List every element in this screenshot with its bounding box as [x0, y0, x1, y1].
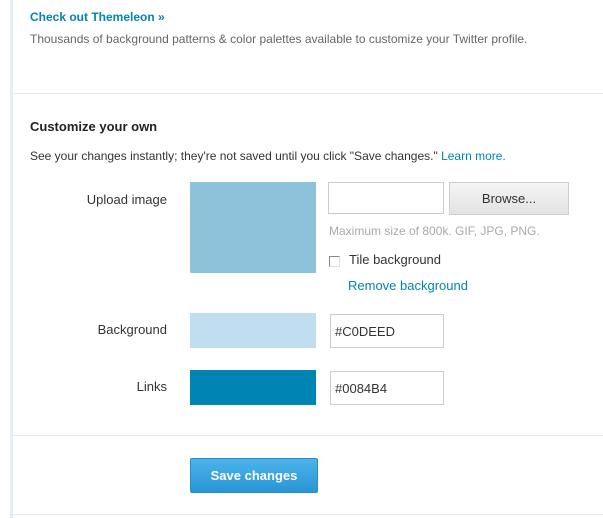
background-color-input[interactable] — [330, 314, 444, 348]
browse-button[interactable]: Browse... — [449, 182, 569, 215]
links-color-swatch[interactable] — [190, 370, 316, 405]
bottom-border — [10, 514, 603, 515]
customize-section-title: Customize your own — [30, 119, 158, 134]
save-changes-button[interactable]: Save changes — [190, 458, 318, 493]
upload-size-hint: Maximum size of 800k. GIF, JPG, PNG. — [329, 224, 540, 238]
upload-image-label: Upload image — [86, 192, 167, 207]
remove-background-link[interactable]: Remove background — [348, 278, 468, 293]
learn-more-link[interactable]: Learn more. — [441, 149, 506, 163]
instructions-text: See your changes instantly; they're not … — [30, 149, 438, 163]
background-color-swatch[interactable] — [190, 313, 316, 348]
tile-background-checkbox[interactable] — [329, 256, 340, 267]
links-color-input[interactable] — [330, 371, 444, 405]
left-border-rail — [10, 0, 13, 518]
links-color-label: Links — [136, 379, 167, 394]
actions-divider — [13, 435, 603, 436]
design-settings-panel: Check out Themeleon » Thousands of backg… — [0, 0, 603, 518]
tile-background-label[interactable]: Tile background — [349, 252, 441, 267]
background-color-label: Background — [97, 322, 167, 337]
themeleon-description: Thousands of background patterns & color… — [30, 32, 528, 46]
section-divider — [13, 93, 603, 94]
file-path-input[interactable] — [328, 182, 444, 214]
background-image-preview — [190, 182, 316, 273]
themeleon-link[interactable]: Check out Themeleon » — [30, 10, 165, 24]
customize-instructions: See your changes instantly; they're not … — [30, 149, 506, 163]
